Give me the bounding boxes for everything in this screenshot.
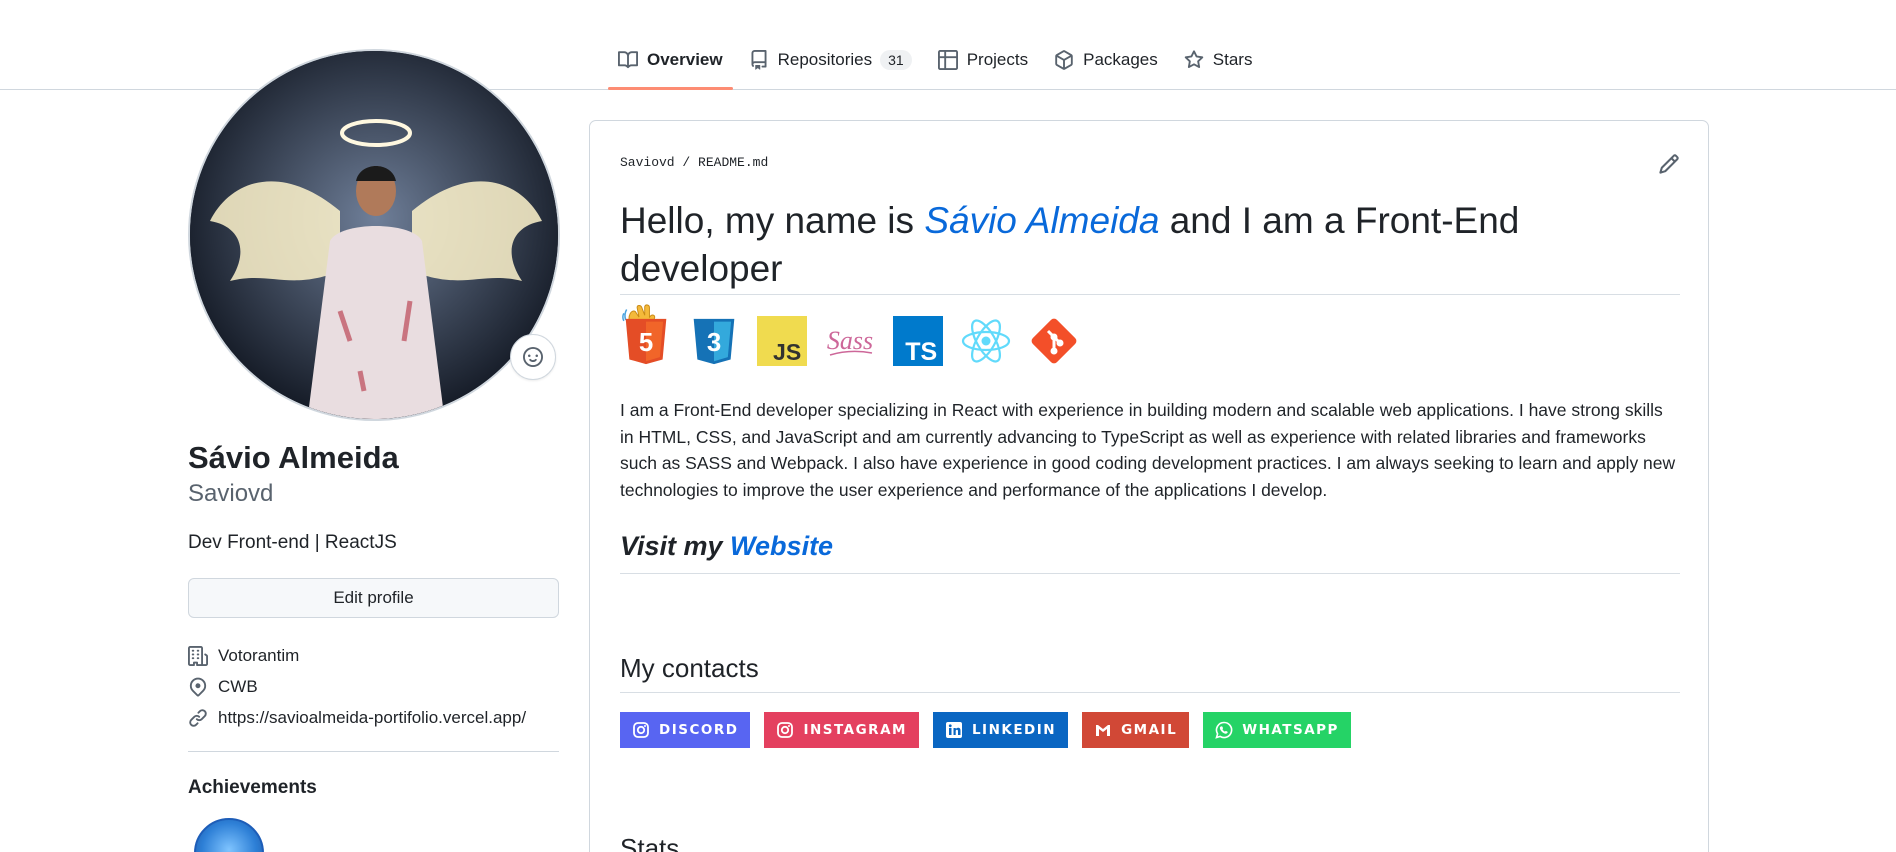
pencil-icon[interactable] <box>1658 153 1680 175</box>
visit-website-heading: Visit my Website <box>620 531 833 562</box>
visit-divider <box>620 573 1680 574</box>
profile-tabs: Overview Repositories 31 Projects Packag… <box>608 40 1268 90</box>
linkedin-badge[interactable]: LINKEDIN <box>932 712 1069 748</box>
contacts-divider <box>620 692 1680 693</box>
contact-badges: DISCORD INSTAGRAM LINKEDIN GMAIL WHATSAP… <box>620 712 1365 748</box>
svg-text:Sass: Sass <box>827 326 873 355</box>
instagram-badge[interactable]: INSTAGRAM <box>764 712 919 748</box>
gmail-icon <box>1094 721 1112 739</box>
profile-bio: Dev Front-end | ReactJS <box>188 532 397 553</box>
avatar[interactable] <box>188 49 560 421</box>
organization-icon <box>188 646 208 666</box>
gmail-badge[interactable]: GMAIL <box>1082 712 1190 748</box>
achievements-heading: Achievements <box>188 777 317 798</box>
package-icon <box>1054 50 1074 70</box>
website-link[interactable]: https://savioalmeida-portifolio.vercel.a… <box>218 708 526 728</box>
discord-badge[interactable]: DISCORD <box>620 712 751 748</box>
location-text: CWB <box>218 677 258 696</box>
star-icon <box>1184 50 1204 70</box>
stats-heading: Stats <box>620 833 680 852</box>
profile-company: Votorantim <box>188 646 299 666</box>
gmail-label: GMAIL <box>1121 722 1178 738</box>
svg-text:TS: TS <box>905 338 937 366</box>
tab-packages[interactable]: Packages <box>1044 40 1168 80</box>
instagram-icon <box>776 721 794 739</box>
location-pin-icon <box>188 677 208 697</box>
discord-label: DISCORD <box>659 722 739 738</box>
tab-overview-label: Overview <box>647 50 723 69</box>
contacts-heading: My contacts <box>620 653 759 683</box>
whatsapp-badge[interactable]: WHATSAPP <box>1203 712 1351 748</box>
html5-icon: 5 <box>620 315 672 367</box>
link-icon <box>188 708 208 728</box>
tab-projects[interactable]: Projects <box>928 40 1038 80</box>
sass-icon: Sass <box>824 315 876 367</box>
sidebar-divider <box>188 751 559 752</box>
repositories-count-badge: 31 <box>880 50 912 70</box>
discord-icon <box>632 721 650 739</box>
tab-overview[interactable]: Overview <box>608 40 733 90</box>
tab-stars[interactable]: Stars <box>1174 40 1263 80</box>
heading-divider <box>620 294 1680 295</box>
profile-full-name: Sávio Almeida <box>188 440 399 475</box>
avatar-container <box>188 49 560 421</box>
profile-website[interactable]: https://savioalmeida-portifolio.vercel.a… <box>188 708 526 728</box>
heading-name-link[interactable]: Sávio Almeida <box>924 200 1159 241</box>
readme-intro-paragraph: I am a Front-End developer specializing … <box>620 400 1676 500</box>
css3-icon: 3 <box>688 315 740 367</box>
typescript-icon: TS <box>892 315 944 367</box>
readme-breadcrumb: Saviovd / README.md <box>620 155 768 170</box>
tab-projects-label: Projects <box>966 50 1029 69</box>
tab-repositories-label: Repositories <box>777 50 873 69</box>
tab-repositories[interactable]: Repositories 31 <box>739 40 922 80</box>
book-icon <box>618 50 638 70</box>
table-icon <box>937 50 958 70</box>
company-text: Votorantim <box>218 646 300 665</box>
set-status-button[interactable] <box>510 334 556 380</box>
readme-file[interactable]: README.md <box>698 155 768 170</box>
heading-prefix: Hello, my name is <box>620 200 925 241</box>
svg-text:3: 3 <box>707 329 721 357</box>
edit-profile-button[interactable]: Edit profile <box>188 578 559 618</box>
visit-prefix: Visit my <box>620 531 731 561</box>
breadcrumb-separator: / <box>682 155 691 170</box>
svg-text:JS: JS <box>773 339 801 365</box>
javascript-icon: JS <box>756 315 808 367</box>
react-icon <box>960 315 1012 367</box>
profile-location: CWB <box>188 677 258 697</box>
profile-username: Saviovd <box>188 480 274 507</box>
linkedin-label: LINKEDIN <box>971 722 1057 738</box>
whatsapp-label: WHATSAPP <box>1242 722 1339 738</box>
smiley-icon <box>523 347 543 367</box>
achievement-badge[interactable] <box>194 818 264 852</box>
svg-text:5: 5 <box>639 329 653 357</box>
whatsapp-icon <box>1215 721 1233 739</box>
tab-stars-label: Stars <box>1212 50 1253 69</box>
tab-packages-label: Packages <box>1083 50 1158 69</box>
git-icon <box>1028 315 1080 367</box>
tech-icons-row: 5 3 JS Sass TS <box>620 315 1096 367</box>
instagram-label: INSTAGRAM <box>803 722 907 738</box>
website-link-heading[interactable]: Website <box>730 531 833 561</box>
readme-card: Saviovd / README.md Hello, my name is Sá… <box>589 120 1709 852</box>
linkedin-icon <box>945 721 963 739</box>
readme-owner[interactable]: Saviovd <box>620 155 675 170</box>
repo-icon <box>749 50 769 70</box>
